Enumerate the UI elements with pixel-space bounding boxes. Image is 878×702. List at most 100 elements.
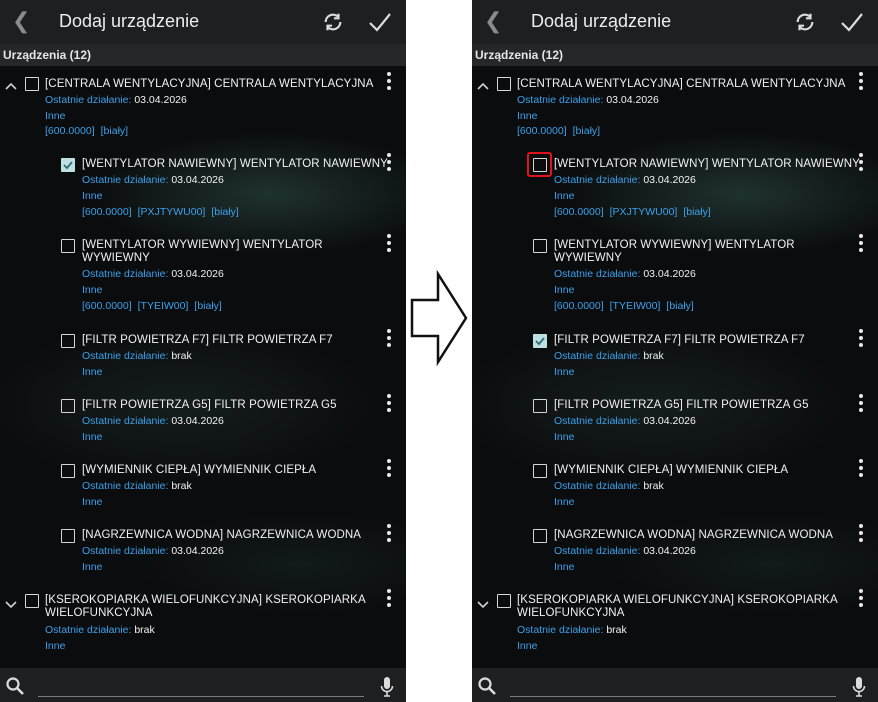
item-category: Inne [554,366,575,378]
list-item[interactable]: [WENTYLATOR WYWIEWNY] WENTYLATOR WYWIEWN… [472,233,878,317]
item-last-action: Ostatnie działanie: brak [82,350,192,362]
list-item[interactable]: [WYMIENNIK CIEPŁA] WYMIENNIK CIEPŁA Osta… [0,458,406,510]
item-tags: [600.0000] [biały] [517,125,601,137]
item-name-line1: [KSEROKOPIARKA WIELOFUNKCYJNA] KSEROKOPI… [45,594,366,606]
item-checkbox[interactable] [61,334,75,348]
item-tags: [600.0000] [PXJTYWU00] [biały] [554,206,711,218]
chevron-down-icon[interactable] [5,597,17,612]
list-item[interactable]: [NAGRZEWNICA WODNA] NAGRZEWNICA WODNA Os… [472,523,878,575]
more-vertical-icon[interactable] [859,72,863,93]
more-vertical-icon[interactable] [859,394,863,415]
item-category: Inne [82,496,103,508]
list-item-group[interactable]: [KSEROKOPIARKA WIELOFUNKCYJNA] KSEROKOPI… [0,588,406,654]
more-vertical-icon[interactable] [859,329,863,350]
section-header: Urządzenia (12) [472,44,878,66]
microphone-icon[interactable] [380,676,394,702]
item-checkbox[interactable] [61,464,75,478]
more-vertical-icon[interactable] [387,589,391,610]
chevron-up-icon[interactable] [5,78,17,93]
more-vertical-icon[interactable] [859,524,863,545]
item-name: [FILTR POWIETRZA F7] FILTR POWIETRZA F7 [554,334,805,346]
item-checkbox[interactable] [61,158,75,172]
more-vertical-icon[interactable] [387,524,391,545]
more-vertical-icon[interactable] [387,394,391,415]
item-last-action: Ostatnie działanie: 03.04.2026 [554,415,696,427]
item-category: Inne [45,110,66,122]
list-item[interactable]: [FILTR POWIETRZA G5] FILTR POWIETRZA G5 … [0,393,406,445]
item-category: Inne [517,640,538,652]
item-name: [WYMIENNIK CIEPŁA] WYMIENNIK CIEPŁA [554,464,789,476]
check-icon[interactable] [840,11,864,38]
list-item[interactable]: [WENTYLATOR NAWIEWNY] WENTYLATOR NAWIEWN… [472,152,878,222]
item-name: [CENTRALA WENTYLACYJNA] CENTRALA WENTYLA… [45,78,374,90]
item-checkbox[interactable] [497,594,511,608]
more-vertical-icon[interactable] [387,234,391,255]
item-checkbox[interactable] [25,594,39,608]
section-header: Urządzenia (12) [0,44,406,66]
chevron-up-icon[interactable] [477,78,489,93]
item-name: [WENTYLATOR NAWIEWNY] WENTYLATOR NAWIEWN… [82,158,388,170]
list-item[interactable]: [NAGRZEWNICA WODNA] NAGRZEWNICA WODNA Os… [0,523,406,575]
item-checkbox[interactable] [533,239,547,253]
list-item-group[interactable]: [KSEROKOPIARKA WIELOFUNKCYJNA] KSEROKOPI… [472,588,878,654]
item-checkbox[interactable] [497,77,511,91]
item-last-action: Ostatnie działanie: brak [554,350,664,362]
top-bar: ❮ Dodaj urządzenie [472,0,878,44]
item-name-line1: [WENTYLATOR WYWIEWNY] WENTYLATOR [554,239,795,251]
microphone-icon[interactable] [852,676,866,702]
search-input[interactable] [510,696,836,697]
item-checkbox[interactable] [533,334,547,348]
list-item[interactable]: [FILTR POWIETRZA F7] FILTR POWIETRZA F7 … [472,328,878,380]
item-name: [NAGRZEWNICA WODNA] NAGRZEWNICA WODNA [82,529,362,541]
search-input[interactable] [38,696,364,697]
more-vertical-icon[interactable] [859,234,863,255]
item-name: [CENTRALA WENTYLACYJNA] CENTRALA WENTYLA… [517,78,846,90]
item-last-action: Ostatnie działanie: brak [82,480,192,492]
item-last-action: Ostatnie działanie: 03.04.2026 [554,545,696,557]
item-checkbox[interactable] [61,239,75,253]
item-category: Inne [82,190,103,202]
list-item-group[interactable]: [CENTRALA WENTYLACYJNA] CENTRALA WENTYLA… [472,72,878,142]
more-vertical-icon[interactable] [859,459,863,480]
item-checkbox[interactable] [25,77,39,91]
item-checkbox[interactable] [533,529,547,543]
refresh-icon[interactable] [322,11,344,38]
item-tags: [600.0000] [TYEIW00] [biały] [554,300,694,312]
item-category: Inne [554,496,575,508]
back-chevron-icon[interactable]: ❮ [484,10,502,32]
item-tags: [600.0000] [biały] [45,125,129,137]
item-checkbox[interactable] [533,399,547,413]
more-vertical-icon[interactable] [387,72,391,93]
item-checkbox[interactable] [61,529,75,543]
check-icon[interactable] [368,11,392,38]
search-icon[interactable] [5,676,25,701]
more-vertical-icon[interactable] [859,153,863,174]
list-item[interactable]: [WYMIENNIK CIEPŁA] WYMIENNIK CIEPŁA Osta… [472,458,878,510]
item-category: Inne [82,431,103,443]
item-name-line2: WIELOFUNKCYJNA [517,607,625,619]
refresh-icon[interactable] [794,11,816,38]
screen-after: ❮ Dodaj urządzenie Urządzenia (12) [CENT… [472,0,878,702]
more-vertical-icon[interactable] [859,589,863,610]
back-chevron-icon[interactable]: ❮ [12,10,30,32]
item-name-line2: WYWIEWNY [554,252,622,264]
list-item-group[interactable]: [CENTRALA WENTYLACYJNA] CENTRALA WENTYLA… [0,72,406,142]
chevron-down-icon[interactable] [477,597,489,612]
item-name: [NAGRZEWNICA WODNA] NAGRZEWNICA WODNA [554,529,834,541]
item-last-action: Ostatnie działanie: brak [554,480,664,492]
item-last-action: Ostatnie działanie: 03.04.2026 [517,94,659,106]
more-vertical-icon[interactable] [387,153,391,174]
item-category: Inne [82,284,103,296]
list-item[interactable]: [WENTYLATOR WYWIEWNY] WENTYLATOR WYWIEWN… [0,233,406,317]
more-vertical-icon[interactable] [387,329,391,350]
page-title: Dodaj urządzenie [59,11,200,31]
list-item[interactable]: [FILTR POWIETRZA G5] FILTR POWIETRZA G5 … [472,393,878,445]
item-checkbox[interactable] [533,464,547,478]
item-checkbox[interactable] [533,158,547,172]
item-checkbox[interactable] [61,399,75,413]
search-icon[interactable] [477,676,497,701]
item-name: [FILTR POWIETRZA G5] FILTR POWIETRZA G5 [82,399,337,411]
more-vertical-icon[interactable] [387,459,391,480]
list-item[interactable]: [WENTYLATOR NAWIEWNY] WENTYLATOR NAWIEWN… [0,152,406,222]
list-item[interactable]: [FILTR POWIETRZA F7] FILTR POWIETRZA F7 … [0,328,406,380]
